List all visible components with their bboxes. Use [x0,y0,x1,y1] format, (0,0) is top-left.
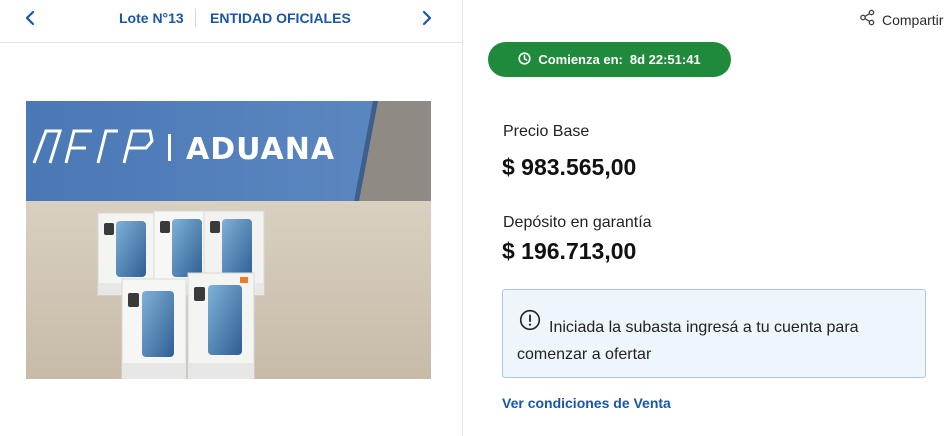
share-icon [859,9,876,31]
lot-detail-left-panel: Lote N°13 ENTIDAD OFICIALES ADUANA [0,0,462,436]
share-label: Compartir [882,12,944,28]
notice-text: Iniciada la subasta ingresá a tu cuenta … [517,319,859,363]
base-price-value: $ 983.565,00 [502,154,637,180]
sale-conditions-link[interactable]: Ver condiciones de Venta [502,395,671,411]
svg-text:ADUANA: ADUANA [186,132,335,167]
base-price-label: Precio Base [503,123,590,140]
deposit-value: $ 196.713,00 [502,238,637,264]
nav-separator [195,9,196,27]
chevron-right-icon[interactable] [417,8,437,28]
lot-number-link[interactable]: Lote N°13 [119,10,184,26]
deposit-label: Depósito en garantía [503,214,652,231]
countdown-value: 8d 22:51:41 [629,52,701,67]
lot-navigation-bar: Lote N°13 ENTIDAD OFICIALES [0,0,462,43]
lot-photo[interactable]: ADUANA [26,101,431,379]
entity-link[interactable]: ENTIDAD OFICIALES [210,10,351,26]
share-button[interactable]: Compartir [859,9,943,31]
lot-detail-right-panel: Compartir Comienza en: 8d 22:51:41 Preci… [463,0,950,436]
chevron-left-icon[interactable] [20,8,40,28]
countdown-badge: Comienza en: 8d 22:51:41 [488,42,731,77]
countdown-label: Comienza en: [538,52,623,67]
clock-icon [518,51,531,68]
auction-notice: Iniciada la subasta ingresá a tu cuenta … [502,289,926,378]
aduana-sign-text: ADUANA [186,132,335,167]
